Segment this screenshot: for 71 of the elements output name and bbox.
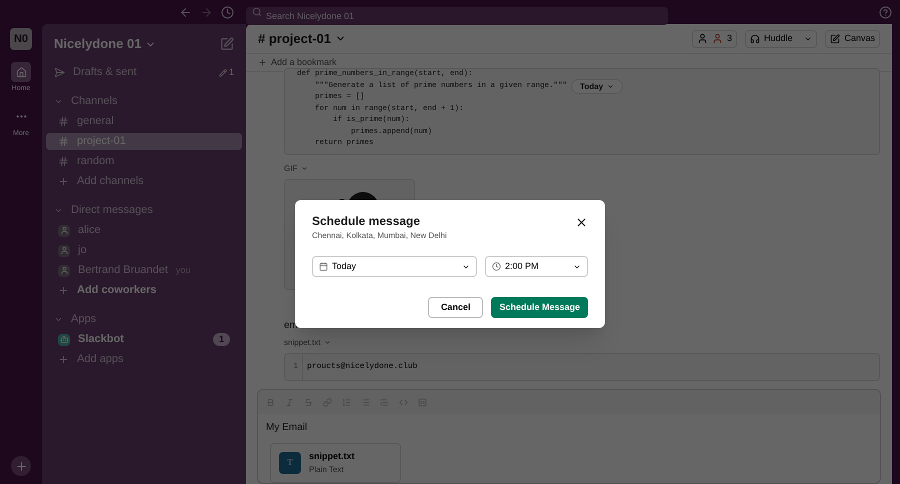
workspace-tile[interactable]: N0 xyxy=(10,28,32,50)
caret-icon[interactable] xyxy=(301,165,308,172)
file-type-icon: T xyxy=(279,452,301,474)
link-icon[interactable] xyxy=(323,398,332,406)
sidebar-item[interactable]: Slackbot 1 xyxy=(46,331,242,348)
headphones-icon xyxy=(750,34,760,44)
back-icon[interactable] xyxy=(179,6,192,18)
channel-title[interactable]: # project-01 xyxy=(258,28,331,48)
sidebar-item[interactable]: Add coworkers xyxy=(46,282,242,299)
caret-icon[interactable] xyxy=(54,97,63,106)
schedule-button[interactable]: Schedule Message xyxy=(491,297,588,318)
bot-icon xyxy=(58,334,70,346)
strikethrough-icon[interactable] xyxy=(304,398,313,406)
search-field[interactable]: Search Nicelydone 01 xyxy=(246,7,668,25)
calendar-icon xyxy=(319,262,328,271)
huddle-button[interactable]: Huddle xyxy=(744,30,818,48)
avatar-icon xyxy=(58,244,70,256)
add-button[interactable] xyxy=(11,456,31,476)
hash-icon xyxy=(58,116,69,127)
help-icon[interactable] xyxy=(879,6,892,18)
quote-icon[interactable] xyxy=(380,398,389,406)
avatar-icon xyxy=(696,33,708,44)
attachment-label: GIF xyxy=(284,162,298,174)
workspace-name[interactable]: Nicelydone 01 xyxy=(54,34,142,54)
home-icon xyxy=(16,66,26,78)
file-type: Plain Text xyxy=(309,464,345,476)
history-icon[interactable] xyxy=(221,6,234,18)
attachment-label: snippet.txt xyxy=(284,336,320,349)
message-composer[interactable]: My Email T snippet.txt Plain Text xyxy=(257,389,881,484)
clock-icon xyxy=(492,262,501,271)
cancel-button[interactable]: Cancel xyxy=(428,297,484,318)
avatar-icon xyxy=(58,224,70,236)
plus-icon xyxy=(58,354,69,365)
caret-icon[interactable] xyxy=(54,206,63,215)
hash-icon xyxy=(58,156,69,167)
pencil-icon xyxy=(218,68,227,76)
time-select[interactable]: 2:00 PM xyxy=(485,256,588,277)
caret-icon[interactable] xyxy=(54,315,63,324)
dialog-subtitle: Chennai, Kolkata, Mumbai, New Delhi xyxy=(312,230,447,242)
composer-text: My Email xyxy=(265,421,308,435)
file-name: snippet.txt xyxy=(309,450,355,464)
attachment-card[interactable]: T snippet.txt Plain Text xyxy=(270,443,401,483)
caret-icon[interactable] xyxy=(324,339,332,346)
caret-icon xyxy=(607,82,614,90)
canvas-icon xyxy=(830,34,840,44)
compose-icon[interactable] xyxy=(220,37,234,51)
close-icon[interactable] xyxy=(575,216,588,229)
code-block-icon[interactable] xyxy=(418,398,427,406)
plus-icon xyxy=(14,460,28,472)
bold-icon[interactable] xyxy=(266,398,275,406)
code-icon[interactable] xyxy=(399,398,408,406)
dialog-title: Schedule message xyxy=(312,213,422,230)
avatar-icon xyxy=(712,33,723,44)
members-button[interactable]: 3 xyxy=(692,30,737,48)
send-icon xyxy=(54,67,65,78)
search-icon xyxy=(252,7,262,17)
plus-icon xyxy=(58,285,69,296)
ordered-list-icon[interactable] xyxy=(342,398,351,406)
hash-icon xyxy=(58,136,69,147)
date-select[interactable]: Today xyxy=(312,256,477,277)
date-pill[interactable]: Today xyxy=(571,78,624,94)
unread-badge: 1 xyxy=(212,332,230,346)
bullet-list-icon[interactable] xyxy=(361,398,370,406)
avatar-icon xyxy=(58,264,70,276)
italic-icon[interactable] xyxy=(285,398,294,406)
draft-count: 1 xyxy=(228,66,234,79)
plus-icon xyxy=(258,58,267,67)
plus-icon xyxy=(58,176,69,187)
code-line: proucts@nicelydone.club xyxy=(306,360,418,373)
bookmark-link[interactable]: Add a bookmark xyxy=(271,56,337,70)
canvas-button[interactable]: Canvas xyxy=(825,30,880,48)
